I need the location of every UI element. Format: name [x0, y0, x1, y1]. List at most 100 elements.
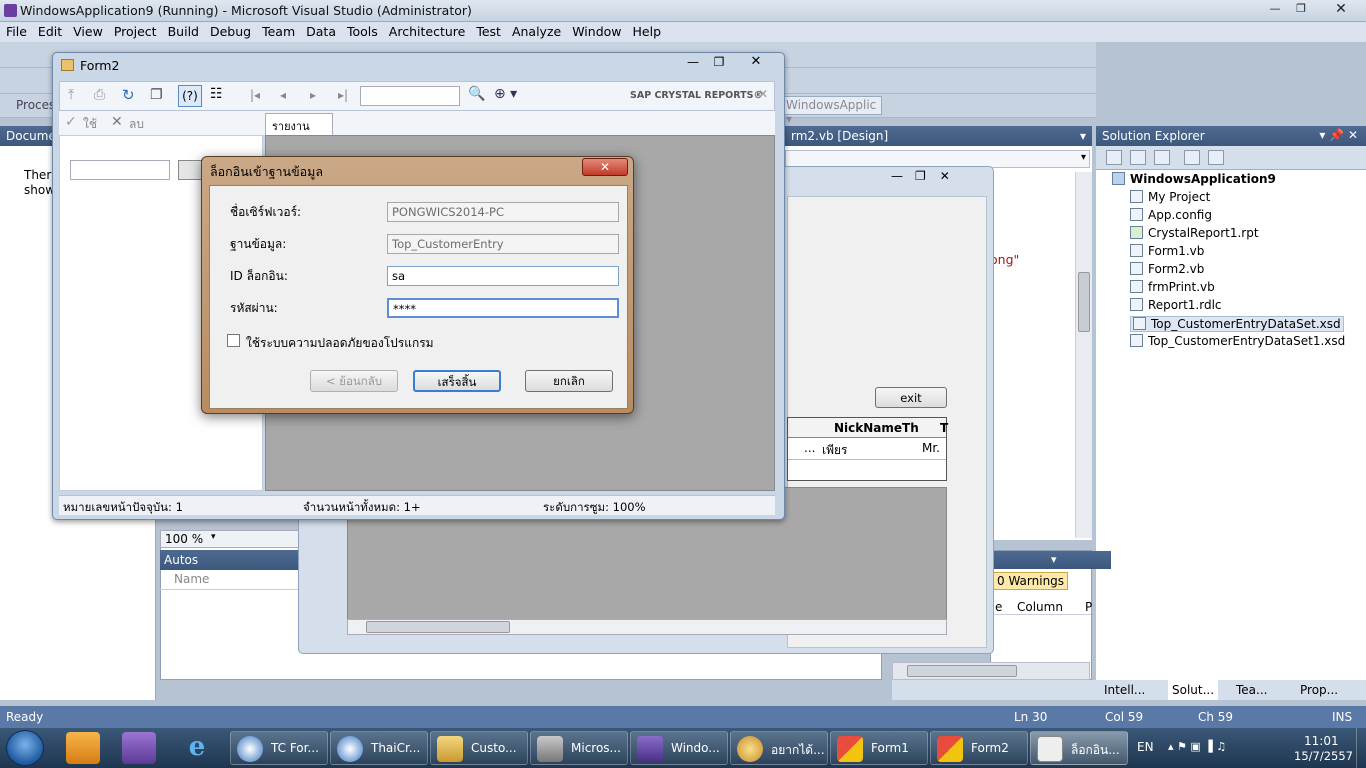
pin-and-close-icons[interactable]: ▾ 📌 ✕: [1319, 128, 1358, 142]
cancel-button[interactable]: ยกเลิก: [525, 370, 613, 392]
error-list-header[interactable]: ▾ ✕: [991, 551, 1111, 579]
integrated-security-checkbox[interactable]: [227, 334, 240, 347]
taskbar-item-form1[interactable]: Form1: [830, 731, 928, 765]
ok-label[interactable]: ใช้: [83, 115, 97, 134]
restore-icon[interactable]: ❐: [915, 169, 926, 183]
find-icon[interactable]: 🔍: [468, 86, 485, 102]
language-indicator[interactable]: EN: [1137, 740, 1154, 754]
form-window-buttons[interactable]: — ❐ ✕: [885, 169, 958, 183]
menu-architecture[interactable]: Architecture: [383, 22, 471, 39]
restore-icon[interactable]: ❐: [1290, 2, 1312, 17]
visual-studio-pinned-icon[interactable]: [122, 732, 156, 764]
zoom-combo[interactable]: 100 % ▾: [160, 530, 300, 548]
design-tab-header[interactable]: rm2.vb [Design] ▾: [785, 126, 1092, 146]
export-icon[interactable]: ⤒: [68, 87, 74, 103]
se-item-frmprint[interactable]: frmPrint.vb: [1130, 280, 1215, 294]
search-input[interactable]: [70, 160, 170, 180]
se-item-crystal-report[interactable]: CrystalReport1.rpt: [1130, 226, 1259, 240]
taskbar-item-custo[interactable]: Custo...: [430, 731, 528, 765]
print-icon[interactable]: ⎙: [94, 87, 105, 103]
tab-solution-explorer[interactable]: Solut...: [1168, 680, 1219, 700]
close-icon[interactable]: ✕: [741, 54, 771, 70]
report-horizontal-scrollbar[interactable]: [347, 619, 947, 635]
menu-window[interactable]: Window: [566, 22, 626, 39]
data-grid[interactable]: NickNameTh T ... เพียร Mr.: [787, 417, 948, 481]
finish-button[interactable]: เสร็จสิ้น: [413, 370, 501, 392]
database-field[interactable]: Top_CustomerEntry: [387, 234, 619, 254]
first-page-icon[interactable]: |◂: [250, 88, 260, 102]
se-item-my-project[interactable]: My Project: [1130, 190, 1210, 204]
start-button-icon[interactable]: [6, 730, 44, 766]
dialog-close-button[interactable]: ✕: [582, 158, 628, 176]
tab-dropdown-icon[interactable]: ▾: [1080, 129, 1086, 143]
clock-time[interactable]: 11:01: [1304, 734, 1339, 748]
se-item-report1[interactable]: Report1.rdlc: [1130, 298, 1222, 312]
startup-object-combo[interactable]: WindowsApplic ▾: [782, 96, 882, 126]
taskbar-item-paint[interactable]: อยากได้...: [730, 731, 828, 765]
server-name-field[interactable]: PONGWICS2014-PC: [387, 202, 619, 222]
editor-vertical-scrollbar[interactable]: [1075, 172, 1092, 538]
taskbar-item-form2[interactable]: Form2: [930, 731, 1028, 765]
close-icon[interactable]: ✕: [1330, 2, 1352, 17]
se-item-form1[interactable]: Form1.vb: [1130, 244, 1204, 258]
warnings-filter[interactable]: 0 Warnings: [993, 572, 1069, 590]
menu-edit[interactable]: Edit: [32, 22, 67, 39]
grid-header-nickname[interactable]: NickNameTh: [834, 421, 919, 435]
tab-properties[interactable]: Prop...: [1300, 683, 1338, 697]
menu-team[interactable]: Team: [256, 22, 300, 39]
show-all-files-icon[interactable]: [1130, 150, 1146, 165]
se-item-form2[interactable]: Form2.vb: [1130, 262, 1204, 276]
next-page-icon[interactable]: ▸: [310, 88, 316, 102]
table-row[interactable]: ... เพียร Mr.: [788, 438, 946, 460]
solution-root-item[interactable]: WindowsApplication9: [1112, 172, 1276, 186]
close-tab-icon[interactable]: ✕: [758, 87, 768, 101]
clock-date[interactable]: 15/7/2557: [1294, 749, 1353, 763]
media-player-icon[interactable]: [66, 732, 100, 764]
scrollbar-thumb[interactable]: [907, 665, 1017, 677]
grid-header-title[interactable]: T: [940, 421, 948, 435]
close-icon[interactable]: ✕: [940, 169, 950, 183]
back-button[interactable]: < ย้อนกลับ: [310, 370, 398, 392]
zoom-icon[interactable]: ⊕ ▾: [494, 86, 517, 102]
exit-button[interactable]: exit: [875, 387, 947, 408]
menu-file[interactable]: File: [0, 22, 32, 39]
menu-data[interactable]: Data: [300, 22, 341, 39]
taskbar-item-tc-for[interactable]: TC For...: [230, 731, 328, 765]
error-list-scrollbar[interactable]: [892, 662, 1090, 680]
show-desktop-button[interactable]: [1356, 728, 1366, 768]
password-field[interactable]: ****: [387, 298, 619, 318]
taskbar-item-windo[interactable]: Windo...: [630, 731, 728, 765]
goto-page-input[interactable]: [360, 86, 460, 106]
minimize-icon[interactable]: —: [681, 55, 705, 71]
menu-tools[interactable]: Tools: [341, 22, 383, 39]
menu-project[interactable]: Project: [108, 22, 162, 39]
delete-label[interactable]: ลบ: [129, 115, 144, 134]
scrollbar-thumb[interactable]: [1078, 272, 1090, 332]
properties-icon[interactable]: [1106, 150, 1122, 165]
group-tree-toggle-icon[interactable]: (?): [178, 85, 202, 107]
tab-intellitrace[interactable]: Intell...: [1104, 683, 1145, 697]
scrollbar-thumb[interactable]: [366, 621, 510, 633]
view-code-icon[interactable]: [1184, 150, 1200, 165]
internet-explorer-icon[interactable]: e: [180, 732, 214, 764]
taskbar-item-thaicr[interactable]: ThaiCr...: [330, 731, 428, 765]
refresh-icon[interactable]: [1154, 150, 1170, 165]
previous-page-icon[interactable]: ◂: [280, 88, 286, 102]
taskbar-item-micros[interactable]: Micros...: [530, 731, 628, 765]
delete-icon[interactable]: ✕: [111, 114, 123, 130]
minimize-icon[interactable]: —: [1264, 2, 1286, 17]
copy-icon[interactable]: ❐: [150, 87, 163, 103]
se-item-app-config[interactable]: App.config: [1130, 208, 1212, 222]
restore-icon[interactable]: ❐: [707, 55, 731, 71]
menu-build[interactable]: Build: [162, 22, 204, 39]
menu-test[interactable]: Test: [470, 22, 506, 39]
parameter-panel-icon[interactable]: ☷: [210, 86, 223, 102]
menu-view[interactable]: View: [67, 22, 108, 39]
refresh-icon[interactable]: ↻: [122, 86, 135, 104]
menu-help[interactable]: Help: [627, 22, 667, 39]
minimize-icon[interactable]: —: [891, 169, 903, 183]
tab-team-explorer[interactable]: Tea...: [1236, 683, 1267, 697]
check-icon[interactable]: ✓: [65, 114, 77, 130]
menu-analyze[interactable]: Analyze: [506, 22, 566, 39]
tab-main-report[interactable]: รายงานหลัก: [265, 113, 333, 151]
